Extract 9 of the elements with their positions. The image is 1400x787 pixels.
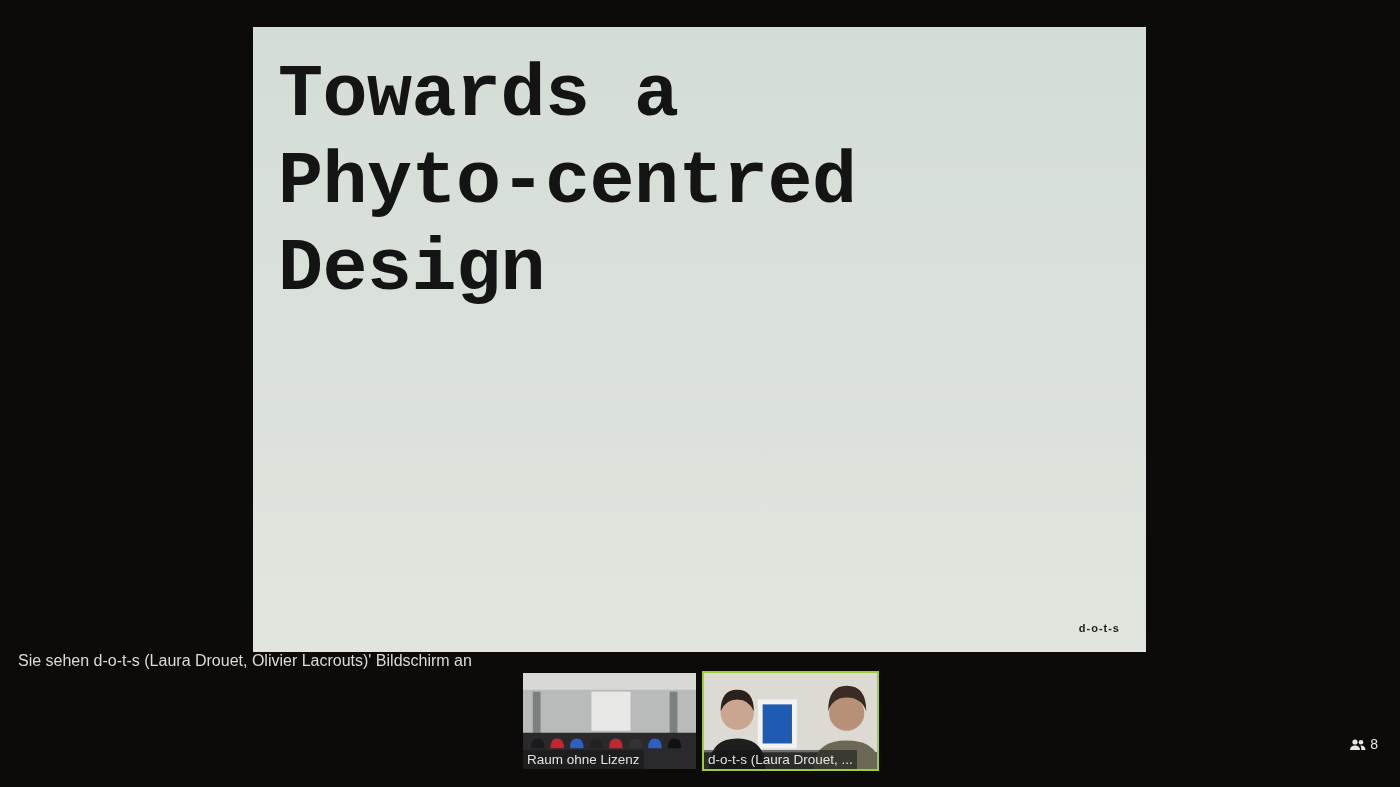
slide-title: Towards a Phyto-centred Design [278,52,858,313]
video-tile[interactable]: d-o-t-s (Laura Drouet, ... [702,671,879,771]
participant-name: Raum ohne Lizenz [523,750,644,769]
slide-logo: d-o-t-s [1078,620,1120,636]
people-icon [1350,738,1367,751]
video-tile[interactable]: Raum ohne Lizenz [521,671,698,771]
participants-button[interactable]: 8 [1350,734,1378,755]
screen-share-notice: Sie sehen d-o-t-s (Laura Drouet, Olivier Lacrouts)' Bildschirm an [18,652,472,669]
participant-name: d-o-t-s (Laura Drouet, ... [704,750,857,769]
